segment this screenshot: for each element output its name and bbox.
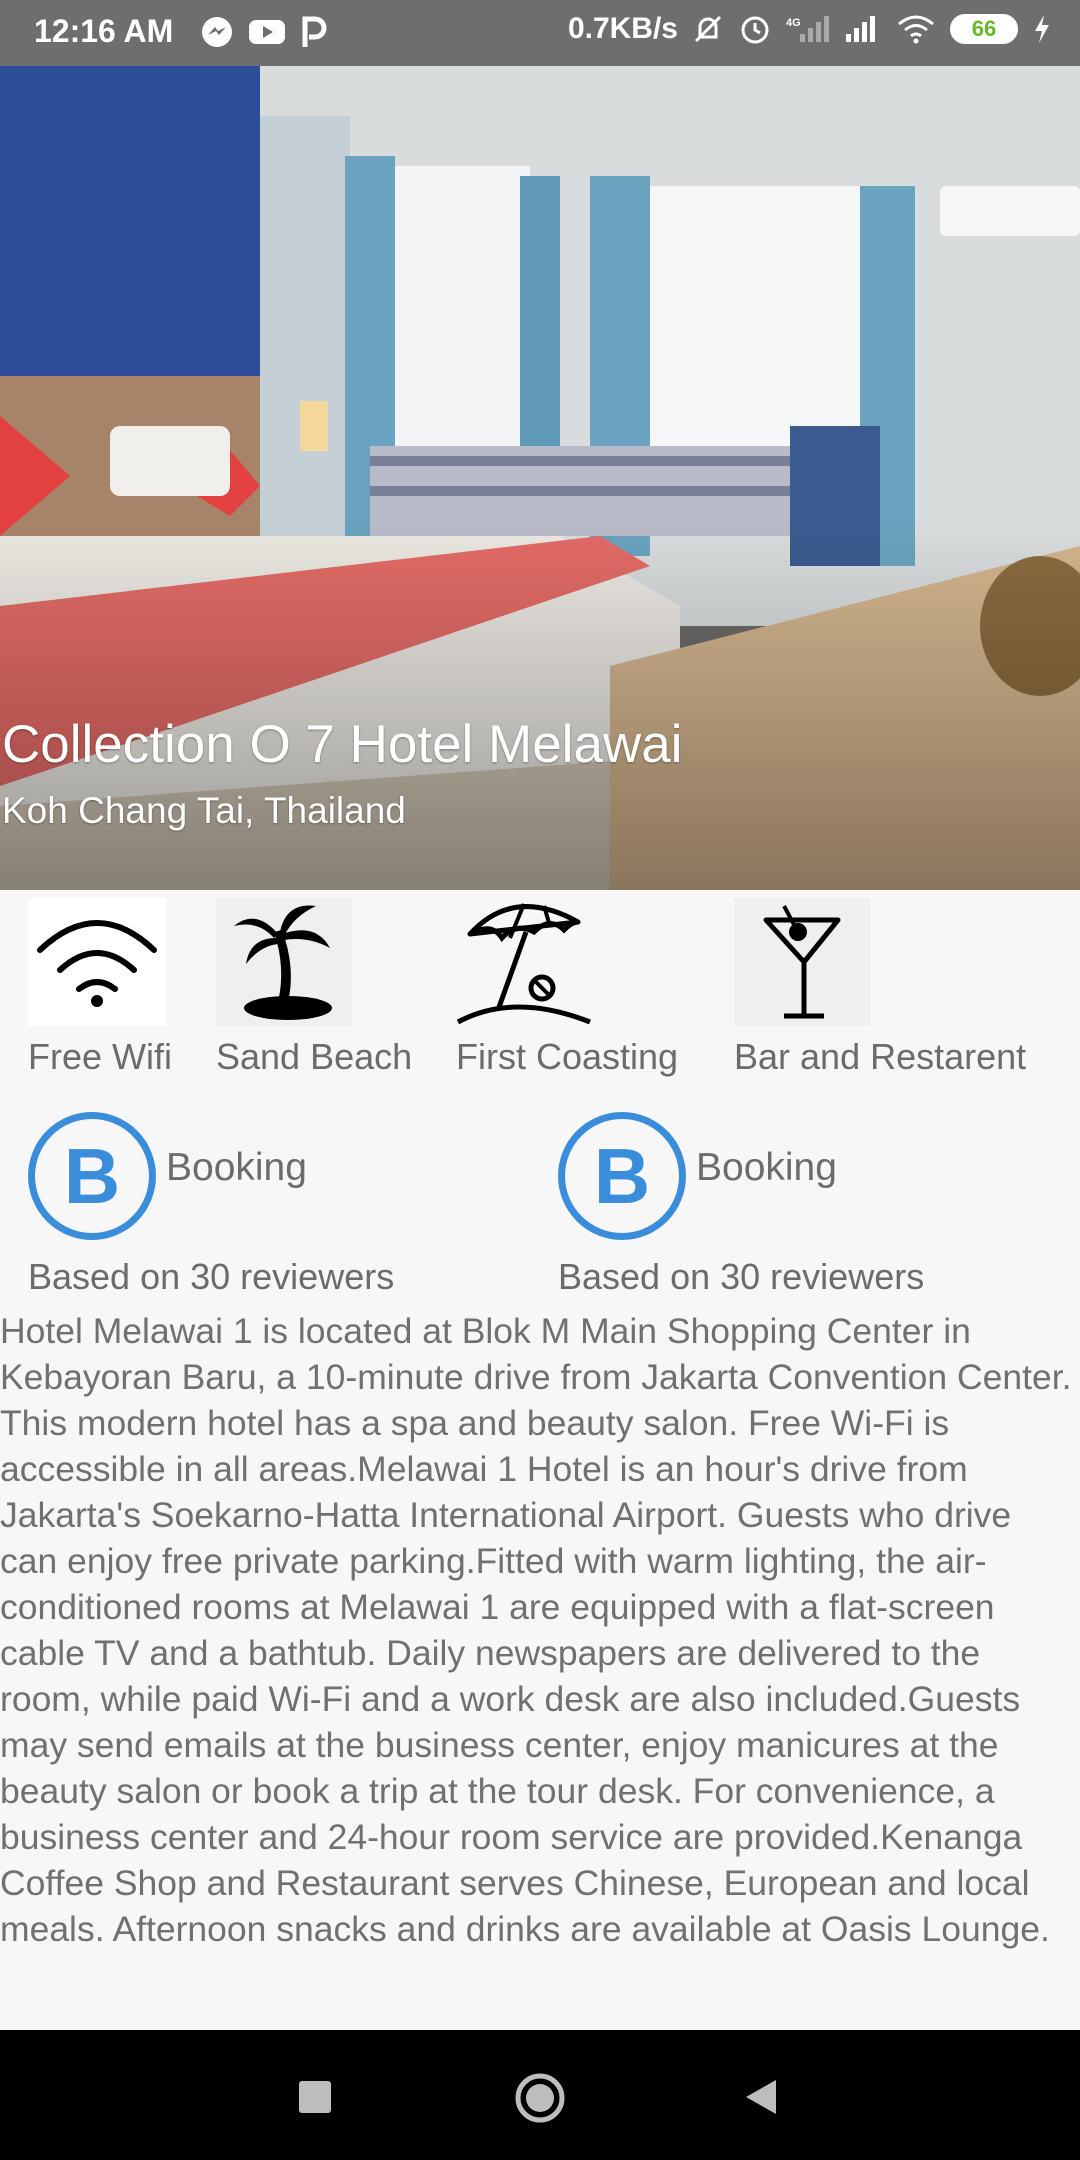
back-button[interactable] — [744, 2078, 778, 2121]
notification-icons — [200, 15, 328, 49]
hotel-name: Collection O 7 Hotel Melawai — [2, 715, 683, 774]
charging-icon — [1035, 15, 1049, 43]
amenity-label-bar: Bar and Restarent — [734, 1036, 1027, 1077]
booking-logo-icon[interactable]: B — [558, 1112, 686, 1240]
beach-umbrella-icon — [454, 892, 594, 1028]
signal-icon — [846, 16, 875, 42]
booking-reviews: Based on 30 reviewers — [28, 1256, 395, 1297]
hotel-location: Koh Chang Tai, Thailand — [2, 790, 406, 831]
palm-tree-icon — [216, 898, 352, 1026]
wifi-status-icon — [898, 15, 934, 44]
signal-4g-icon: 4G — [786, 16, 829, 42]
battery-indicator: 66 — [950, 14, 1018, 44]
recent-apps-button[interactable] — [298, 2080, 332, 2119]
amenity-label-beach: Sand Beach — [216, 1036, 413, 1077]
network-speed: 0.7KB/s — [567, 12, 678, 45]
booking-logo-icon[interactable]: B — [28, 1112, 156, 1240]
alarm-icon — [741, 16, 769, 44]
youtube-icon — [249, 20, 285, 44]
booking-label: Booking — [166, 1146, 307, 1189]
battery-level: 66 — [971, 16, 997, 41]
booking-reviews: Based on 30 reviewers — [558, 1256, 925, 1297]
amenity-label-wifi: Free Wifi — [28, 1036, 172, 1077]
messenger-icon — [202, 17, 232, 47]
hotel-hero-image: Collection O 7 Hotel Melawai Koh Chang T… — [0, 66, 1080, 890]
booking-label: Booking — [696, 1146, 837, 1189]
cocktail-icon — [734, 898, 870, 1026]
p-app-icon — [302, 16, 327, 47]
hotel-description: Hotel Melawai 1 is located at Blok M Mai… — [0, 1311, 1072, 1949]
status-bar: 12:16 AM 0.7KB/s 4G 66 — [0, 0, 1080, 66]
status-right: 0.7KB/s 4G 66 — [568, 12, 1052, 46]
home-button[interactable] — [514, 2072, 566, 2129]
status-time: 12:16 AM — [34, 13, 174, 49]
svg-text:4G: 4G — [786, 17, 801, 29]
mute-bell-icon — [694, 15, 722, 43]
navigation-bar — [0, 2030, 1080, 2160]
amenity-label-coasting: First Coasting — [456, 1036, 679, 1077]
wifi-icon — [28, 898, 166, 1026]
